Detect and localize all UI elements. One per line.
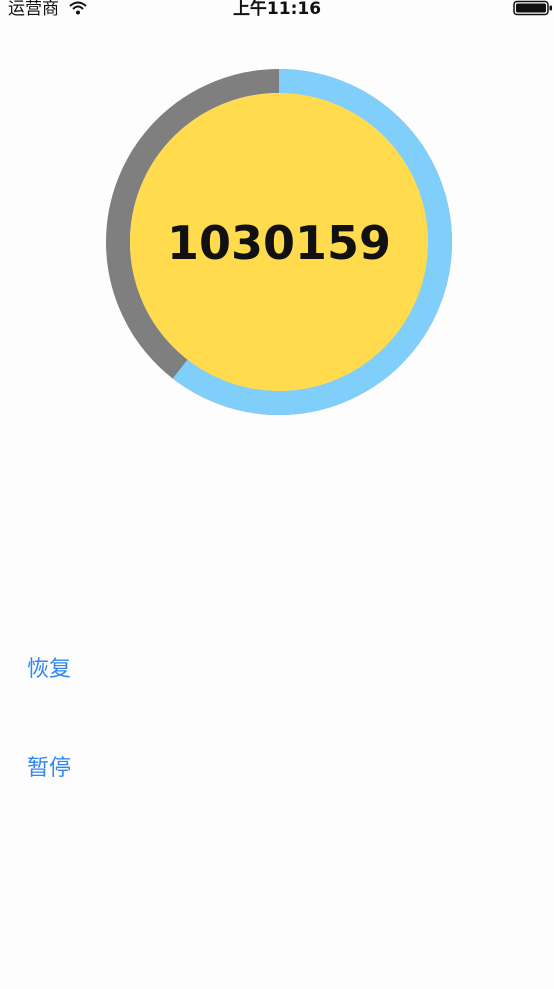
resume-button[interactable]: 恢复: [27, 657, 71, 683]
status-bar: 运营商 上午11:16: [0, 0, 554, 20]
pause-button[interactable]: 暂停: [27, 756, 71, 782]
battery-icon: [513, 0, 552, 16]
timer-value: 1030159: [166, 216, 392, 270]
status-time: 上午11:16: [232, 0, 322, 19]
